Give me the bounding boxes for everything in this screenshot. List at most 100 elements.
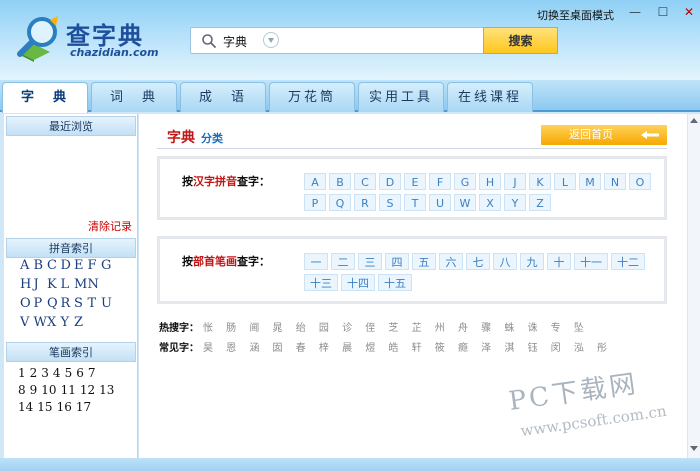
hot-search-chars[interactable]: 怅 肠 阃 晁 绐 园 诊 侄 芝 芷 州 舟 骤 蛛 诛 专 坠: [203, 323, 589, 334]
letter-key[interactable]: Y: [504, 194, 526, 211]
radical-key[interactable]: 十二: [611, 253, 645, 270]
radical-key[interactable]: 六: [439, 253, 463, 270]
letter-key[interactable]: R: [354, 194, 376, 211]
letter-key[interactable]: D: [379, 173, 401, 190]
letter-key[interactable]: P: [304, 194, 326, 211]
pinyin-letter[interactable]: A: [20, 258, 34, 273]
radical-key[interactable]: 三: [358, 253, 382, 270]
letter-key[interactable]: H: [479, 173, 501, 190]
stroke-count[interactable]: 17: [76, 400, 91, 414]
radical-key[interactable]: 二: [331, 253, 355, 270]
letter-key[interactable]: T: [404, 194, 426, 211]
tab-kaleidoscope[interactable]: 万花筒: [269, 82, 355, 112]
stroke-count[interactable]: 13: [99, 383, 114, 397]
stroke-count[interactable]: 3: [41, 366, 49, 380]
pinyin-letter[interactable]: F: [88, 258, 102, 273]
scroll-down-icon[interactable]: [690, 446, 698, 451]
radical-key[interactable]: 九: [520, 253, 544, 270]
pinyin-letter[interactable]: B: [34, 258, 48, 273]
radical-key[interactable]: 十一: [574, 253, 608, 270]
stroke-count[interactable]: 11: [61, 383, 76, 397]
letter-key[interactable]: J: [504, 173, 526, 190]
close-icon[interactable]: ✕: [682, 5, 696, 19]
radical-key[interactable]: 七: [466, 253, 490, 270]
pinyin-letter[interactable]: W: [34, 315, 48, 330]
radical-key[interactable]: 一: [304, 253, 328, 270]
logo[interactable]: 查字典 chazidian.com: [14, 14, 164, 62]
letter-key[interactable]: B: [329, 173, 351, 190]
pinyin-letter[interactable]: T: [88, 296, 102, 311]
letter-key[interactable]: Z: [529, 194, 551, 211]
stroke-count[interactable]: 16: [57, 400, 72, 414]
tab-words[interactable]: 词 典: [91, 82, 177, 112]
stroke-count[interactable]: 10: [41, 383, 56, 397]
pinyin-letter[interactable]: J: [34, 277, 48, 292]
radical-key[interactable]: 五: [412, 253, 436, 270]
stroke-count[interactable]: 4: [53, 366, 61, 380]
tab-courses[interactable]: 在线课程: [447, 82, 533, 112]
radical-key[interactable]: 十: [547, 253, 571, 270]
stroke-count[interactable]: 7: [88, 366, 96, 380]
letter-key[interactable]: M: [579, 173, 601, 190]
common-chars[interactable]: 昊 恩 涵 囡 春 梓 晨 煜 皓 轩 筱 瘾 泽 淇 钰 闵 泓 彤: [203, 343, 612, 354]
tab-tools[interactable]: 实用工具: [358, 82, 444, 112]
pinyin-letter[interactable]: R: [61, 296, 75, 311]
pinyin-letter[interactable]: C: [47, 258, 61, 273]
pinyin-letter[interactable]: Z: [74, 315, 88, 330]
letter-key[interactable]: A: [304, 173, 326, 190]
letter-key[interactable]: G: [454, 173, 476, 190]
pinyin-letter[interactable]: O: [20, 296, 34, 311]
letter-key[interactable]: U: [429, 194, 451, 211]
pinyin-letter[interactable]: V: [20, 315, 34, 330]
stroke-count[interactable]: 14: [18, 400, 33, 414]
letter-key[interactable]: O: [629, 173, 651, 190]
pinyin-letter[interactable]: Y: [61, 315, 75, 330]
clear-history-link[interactable]: 清除记录: [88, 218, 132, 234]
tab-dictionary[interactable]: 字 典: [2, 82, 88, 113]
scroll-up-icon[interactable]: [690, 118, 698, 123]
stroke-count[interactable]: 8: [18, 383, 26, 397]
maximize-icon[interactable]: ☐: [656, 5, 670, 19]
pinyin-letter[interactable]: L: [61, 277, 75, 292]
pinyin-letter[interactable]: N: [88, 277, 102, 292]
pinyin-letter[interactable]: G: [101, 258, 115, 273]
tab-idioms[interactable]: 成 语: [180, 82, 266, 112]
letter-key[interactable]: W: [454, 194, 476, 211]
pinyin-letter[interactable]: P: [34, 296, 48, 311]
letter-key[interactable]: S: [379, 194, 401, 211]
stroke-count[interactable]: 6: [76, 366, 84, 380]
search-button[interactable]: 搜索: [483, 27, 558, 54]
letter-key[interactable]: X: [479, 194, 501, 211]
radical-key[interactable]: 八: [493, 253, 517, 270]
stroke-count[interactable]: 15: [37, 400, 52, 414]
pinyin-letter[interactable]: E: [74, 258, 88, 273]
vertical-scrollbar[interactable]: [687, 114, 700, 458]
pinyin-letter[interactable]: X: [47, 315, 61, 330]
stroke-count[interactable]: 2: [30, 366, 38, 380]
pinyin-letter[interactable]: H: [20, 277, 34, 292]
pinyin-letter[interactable]: U: [101, 296, 115, 311]
radical-key[interactable]: 十三: [304, 274, 338, 291]
letter-key[interactable]: Q: [329, 194, 351, 211]
minimize-icon[interactable]: —: [628, 5, 642, 19]
stroke-count[interactable]: 5: [65, 366, 73, 380]
search-input[interactable]: [287, 31, 477, 50]
letter-key[interactable]: K: [529, 173, 551, 190]
pinyin-letter[interactable]: M: [74, 277, 88, 292]
letter-key[interactable]: F: [429, 173, 451, 190]
letter-key[interactable]: L: [554, 173, 576, 190]
letter-key[interactable]: E: [404, 173, 426, 190]
back-home-button[interactable]: 返回首页: [541, 125, 667, 145]
radical-key[interactable]: 十四: [341, 274, 375, 291]
letter-key[interactable]: N: [604, 173, 626, 190]
stroke-count[interactable]: 9: [30, 383, 38, 397]
pinyin-letter[interactable]: Q: [47, 296, 61, 311]
stroke-count[interactable]: 12: [80, 383, 95, 397]
pinyin-letter[interactable]: D: [61, 258, 75, 273]
chevron-down-icon[interactable]: [263, 32, 279, 48]
switch-desktop-mode-link[interactable]: 切换至桌面模式: [537, 7, 614, 23]
letter-key[interactable]: C: [354, 173, 376, 190]
pinyin-letter[interactable]: S: [74, 296, 88, 311]
stroke-count[interactable]: 1: [18, 366, 26, 380]
pinyin-letter[interactable]: K: [47, 277, 61, 292]
